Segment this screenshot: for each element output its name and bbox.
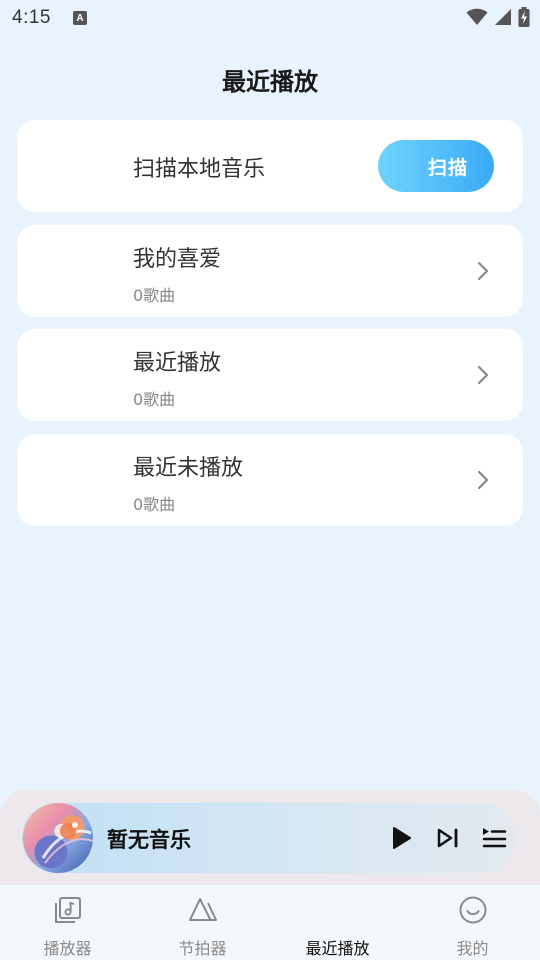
tab-label: 节拍器 — [178, 939, 227, 958]
tab-player[interactable]: 播放器 — [0, 885, 135, 960]
smiley-face-icon — [459, 896, 486, 924]
chevron-right-icon — [477, 365, 489, 385]
chevron-right-icon — [477, 261, 489, 281]
now-playing-title: 暂无音乐 — [107, 828, 191, 852]
status-icons — [466, 7, 530, 27]
skip-next-icon[interactable] — [435, 825, 461, 851]
status-time: 4:15 — [12, 7, 51, 28]
tab-label: 我的 — [456, 939, 489, 958]
chevron-right-icon — [477, 470, 489, 490]
battery-charging-icon — [518, 7, 530, 27]
play-icon[interactable] — [388, 825, 414, 851]
list-item-not-recently-played[interactable]: 最近未播放 0歌曲 — [17, 434, 523, 526]
tab-label: 播放器 — [43, 939, 92, 958]
tab-label: 最近播放 — [305, 939, 370, 958]
page-title: 最近播放 — [222, 68, 318, 96]
list-item-count: 0歌曲 — [133, 286, 176, 305]
list-item-title: 最近播放 — [133, 351, 222, 376]
list-item-favorites[interactable]: 我的喜爱 0歌曲 — [17, 225, 523, 317]
status-bar: 4:15 A — [0, 0, 540, 36]
music-library-icon — [54, 897, 81, 923]
tab-metronome[interactable]: 节拍器 — [135, 885, 270, 960]
scan-button[interactable]: 扫描 — [378, 140, 494, 192]
cellular-signal-icon — [495, 9, 511, 25]
scan-local-music-label: 扫描本地音乐 — [133, 157, 266, 182]
album-art-image — [41, 822, 93, 864]
mini-player[interactable]: 暂无音乐 — [22, 803, 516, 873]
album-cover[interactable] — [23, 803, 93, 873]
metronome-icon — [188, 898, 217, 921]
list-item-title: 我的喜爱 — [133, 247, 222, 272]
playlist-icon[interactable] — [481, 825, 507, 851]
bottom-tab-bar: 播放器 节拍器 最近播放 我的 — [0, 885, 540, 960]
tab-recently-played[interactable]: 最近播放 — [270, 885, 405, 960]
mini-player-container: 暂无音乐 — [0, 790, 540, 890]
wifi-icon — [466, 8, 488, 25]
list-item-count: 0歌曲 — [133, 495, 176, 514]
tab-mine[interactable]: 我的 — [405, 885, 540, 960]
notification-a-icon: A — [72, 11, 87, 25]
scan-local-music-card: 扫描本地音乐 扫描 — [17, 120, 523, 212]
list-item-title: 最近未播放 — [133, 456, 244, 481]
list-item-count: 0歌曲 — [133, 390, 176, 409]
list-item-recently-played[interactable]: 最近播放 0歌曲 — [17, 329, 523, 421]
